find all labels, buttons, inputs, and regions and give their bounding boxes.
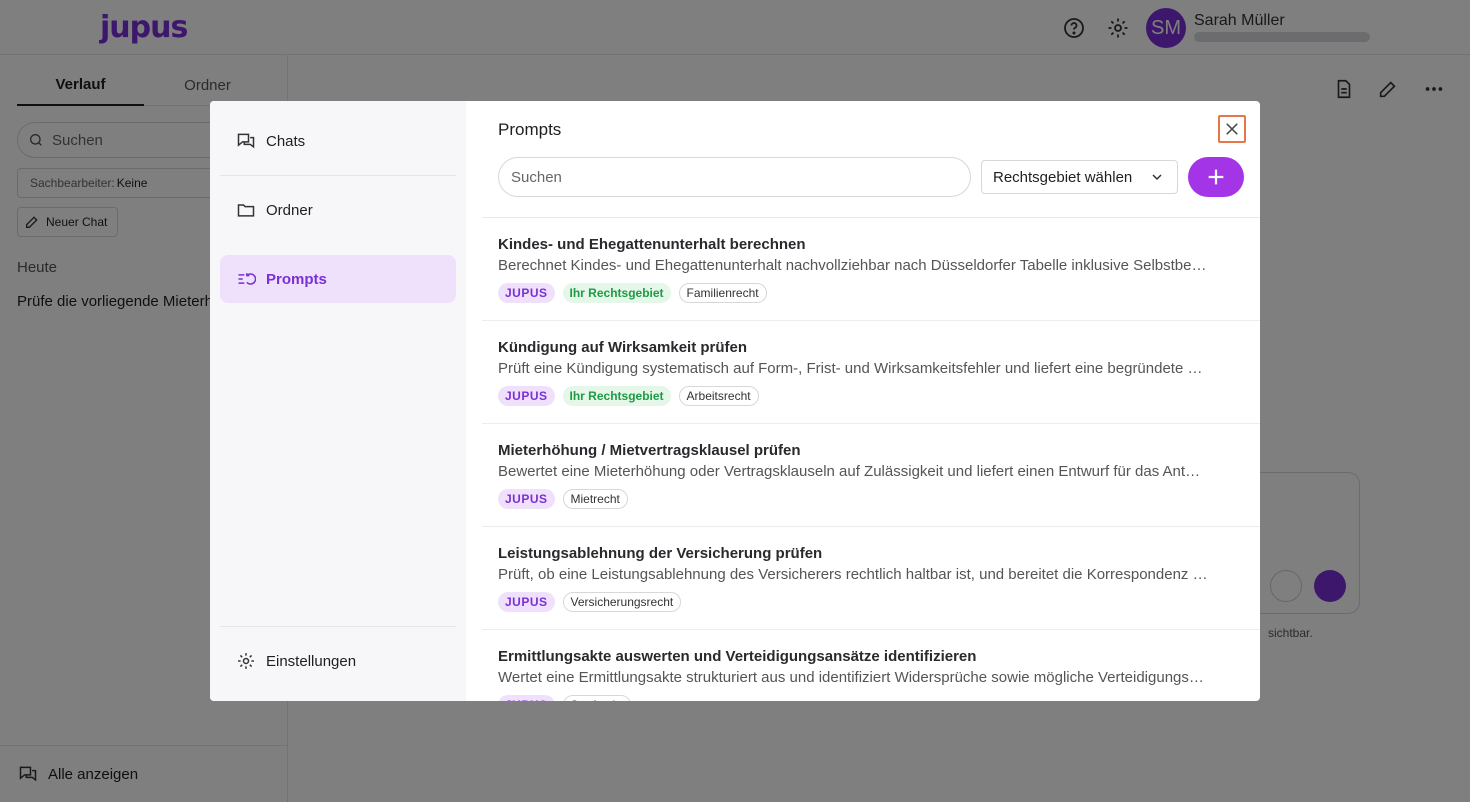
prompt-row[interactable]: Kündigung auf Wirksamkeit prüfen Prüft ei… (482, 321, 1260, 424)
law-tag: Strafrecht (562, 695, 631, 701)
area-tag: Ihr Rechtsgebiet (562, 386, 671, 406)
jupus-tag: JUPUS (498, 695, 555, 701)
prompt-description: Wertet eine Ermittlungsakte strukturiert… (498, 669, 1208, 686)
prompt-row[interactable]: Kindes- und Ehegattenunterhalt berechnen… (482, 218, 1260, 321)
chats-icon (237, 133, 255, 149)
prompt-title: Ermittlungsakte auswerten und Verteidigu… (498, 648, 977, 665)
nav-divider (220, 175, 456, 176)
prompt-tags: JUPUS Versicherungsrecht (498, 592, 1244, 612)
nav-prompts[interactable]: Prompts (220, 255, 456, 303)
law-tag: Familienrecht (678, 283, 767, 303)
add-prompt-button[interactable] (1188, 157, 1244, 197)
folder-icon (237, 204, 255, 217)
law-tag: Versicherungsrecht (562, 592, 682, 612)
prompt-tags: JUPUS Ihr Rechtsgebiet Arbeitsrecht (498, 386, 1244, 406)
prompt-row[interactable]: Ermittlungsakte auswerten und Verteidigu… (482, 630, 1260, 701)
prompts-icon (238, 273, 256, 285)
nav-settings-label: Einstellungen (266, 652, 357, 670)
prompt-tags: JUPUS Mietrecht (498, 489, 1244, 509)
prompt-description: Prüft eine Kündigung systematisch auf Fo… (498, 360, 1208, 377)
prompt-description: Prüft, ob eine Leistungsablehnung des Ve… (498, 566, 1208, 583)
chevron-down-icon (1152, 174, 1162, 181)
jupus-tag: JUPUS (498, 386, 555, 406)
prompt-row[interactable]: Mieterhöhung / Mietvertragsklausel prüfe… (482, 424, 1260, 527)
prompts-modal: Chats Ordner Prompts Einstellungen Promp… (210, 101, 1260, 701)
page-title: Prompts (498, 120, 562, 139)
prompt-row[interactable]: Leistungsablehnung der Versicherung prüf… (482, 527, 1260, 630)
jupus-tag: JUPUS (498, 489, 555, 509)
prompt-list: Kindes- und Ehegattenunterhalt berechnen… (482, 218, 1260, 701)
close-icon (1226, 123, 1238, 135)
area-select[interactable]: Rechtsgebiet wählen (981, 160, 1178, 194)
prompt-title: Kündigung auf Wirksamkeit prüfen (498, 339, 748, 356)
prompt-description: Berechnet Kindes- und Ehegattenunterhalt… (498, 257, 1208, 274)
jupus-tag: JUPUS (498, 592, 555, 612)
gear-icon (238, 653, 254, 669)
prompt-tags: JUPUS Strafrecht (498, 695, 1244, 701)
plus-icon (1208, 169, 1224, 185)
nav-chats-label: Chats (266, 132, 306, 150)
nav-ordner[interactable]: Ordner (220, 186, 456, 234)
prompt-tags: JUPUS Ihr Rechtsgebiet Familienrecht (498, 283, 1244, 303)
modal-sidebar: Chats Ordner Prompts Einstellungen (210, 101, 466, 701)
prompt-description: Bewertet eine Mieterhöhung oder Vertrags… (498, 463, 1208, 480)
prompt-title: Leistungsablehnung der Versicherung prüf… (498, 545, 823, 562)
prompt-search-input[interactable] (498, 157, 971, 197)
prompt-title: Mieterhöhung / Mietvertragsklausel prüfe… (498, 442, 801, 459)
nav-prompts-label: Prompts (266, 270, 327, 288)
law-tag: Mietrecht (562, 489, 628, 509)
nav-chats[interactable]: Chats (220, 117, 456, 165)
area-select-value: Rechtsgebiet wählen (993, 168, 1133, 186)
jupus-tag: JUPUS (498, 283, 555, 303)
prompt-title: Kindes- und Ehegattenunterhalt berechnen (498, 236, 806, 253)
law-tag: Arbeitsrecht (678, 386, 759, 406)
nav-ordner-label: Ordner (266, 201, 313, 219)
prompts-panel: Prompts Rechtsgebiet wählen Kindes- und … (466, 101, 1260, 701)
close-button[interactable] (1218, 115, 1246, 143)
nav-settings[interactable]: Einstellungen (220, 637, 456, 685)
settings-divider (220, 626, 456, 627)
area-tag: Ihr Rechtsgebiet (562, 283, 671, 303)
